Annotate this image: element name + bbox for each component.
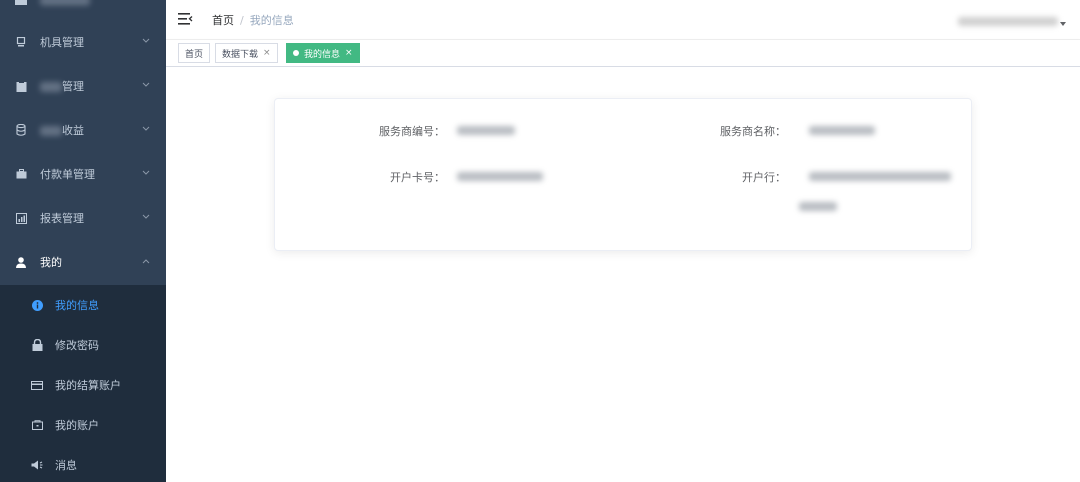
- sidebar-item-mine[interactable]: 我的: [0, 240, 166, 284]
- sidebar-item-label: 收益: [40, 122, 84, 138]
- chevron-down-icon: [142, 38, 150, 46]
- app-main: 服务商编号： 服务商名称： 开户卡号： 开户行：: [166, 67, 1080, 482]
- info-icon: [31, 299, 43, 311]
- device-icon: [15, 36, 27, 48]
- tag-data-download[interactable]: 数据下载 ×: [215, 43, 278, 63]
- sidebar-item-label: 我的: [40, 256, 62, 269]
- tag-label: 首页: [185, 49, 204, 60]
- active-dot-icon: [293, 50, 299, 56]
- navbar: 首页 / 我的信息: [166, 0, 1080, 40]
- provider-name-value: [809, 123, 875, 137]
- sidebar-item-my-account[interactable]: 我的账户: [0, 405, 166, 445]
- submenu-mine: 我的信息 修改密码 我的结算账户 我的账户 消息: [0, 285, 166, 482]
- chevron-down-icon: [142, 214, 150, 222]
- bank-value: [809, 169, 951, 183]
- lock-icon: [31, 339, 43, 351]
- close-icon[interactable]: ×: [263, 48, 271, 58]
- sidebar-item-top-cropped[interactable]: [0, 0, 166, 22]
- breadcrumb-separator: /: [240, 14, 244, 27]
- sidebar-item-device[interactable]: 机具管理: [0, 20, 166, 64]
- submenu-item-label: 我的信息: [55, 299, 99, 312]
- close-icon[interactable]: ×: [345, 48, 353, 58]
- provider-id-label: 服务商编号：: [379, 125, 445, 138]
- submenu-item-label: 修改密码: [55, 339, 99, 352]
- submenu-item-label: 我的结算账户: [55, 379, 121, 392]
- breadcrumb-current: 我的信息: [249, 14, 294, 27]
- tag-home[interactable]: 首页: [178, 43, 211, 63]
- sidebar-item-change-password[interactable]: 修改密码: [0, 325, 166, 365]
- breadcrumb: 首页 / 我的信息: [212, 12, 294, 28]
- provider-id-value: [457, 123, 515, 137]
- provider-name-label: 服务商名称：: [720, 125, 786, 138]
- sidebar-item-payment-orders[interactable]: 付款单管理: [0, 152, 166, 196]
- user-icon: [15, 256, 27, 268]
- sidebar-item-label: [40, 0, 90, 7]
- info-card: 服务商编号： 服务商名称： 开户卡号： 开户行：: [274, 98, 972, 251]
- bank-value-line2: [799, 199, 837, 213]
- tag-my-info[interactable]: 我的信息 ×: [286, 43, 360, 63]
- sidebar: 机具管理 管理 收益 付款单管理 报表管理 我的 我的信息 修改密码 我的结算账…: [0, 0, 166, 482]
- sidebar-item-messages[interactable]: 消息: [0, 445, 166, 482]
- tags-view: 首页 数据下载 × 我的信息 ×: [166, 40, 1080, 67]
- caret-down-icon[interactable]: [1060, 22, 1066, 26]
- sidebar-item-settlement-account[interactable]: 我的结算账户: [0, 365, 166, 405]
- database-icon: [15, 124, 27, 136]
- chart-icon: [15, 212, 27, 224]
- wallet-icon: [31, 419, 43, 431]
- tag-label: 数据下载: [222, 49, 259, 60]
- chevron-down-icon: [142, 170, 150, 178]
- bank-label: 开户行：: [742, 171, 786, 184]
- chevron-up-icon: [142, 258, 150, 266]
- breadcrumb-home[interactable]: 首页: [212, 14, 234, 27]
- submenu-item-label: 我的账户: [55, 419, 99, 432]
- sidebar-item-label: 管理: [40, 78, 84, 94]
- megaphone-icon: [31, 459, 43, 471]
- sidebar-item-management[interactable]: 管理: [0, 64, 166, 108]
- submenu-item-label: 消息: [55, 459, 77, 472]
- menu-icon: [15, 0, 27, 6]
- sidebar-item-label: 机具管理: [40, 36, 84, 49]
- sidebar-item-label: 报表管理: [40, 212, 84, 225]
- clipboard-icon: [15, 80, 27, 92]
- card-icon: [31, 379, 43, 391]
- chevron-down-icon: [142, 126, 150, 134]
- sidebar-item-my-info[interactable]: 我的信息: [0, 285, 166, 325]
- sidebar-item-reports[interactable]: 报表管理: [0, 196, 166, 240]
- hamburger-icon[interactable]: [178, 12, 194, 26]
- briefcase-icon: [15, 168, 27, 180]
- card-no-value: [457, 169, 543, 183]
- user-menu[interactable]: [958, 14, 1058, 26]
- sidebar-item-label: 付款单管理: [40, 168, 95, 181]
- card-no-label: 开户卡号：: [390, 171, 445, 184]
- sidebar-item-earnings[interactable]: 收益: [0, 108, 166, 152]
- tag-label: 我的信息: [304, 49, 341, 60]
- chevron-down-icon: [142, 82, 150, 90]
